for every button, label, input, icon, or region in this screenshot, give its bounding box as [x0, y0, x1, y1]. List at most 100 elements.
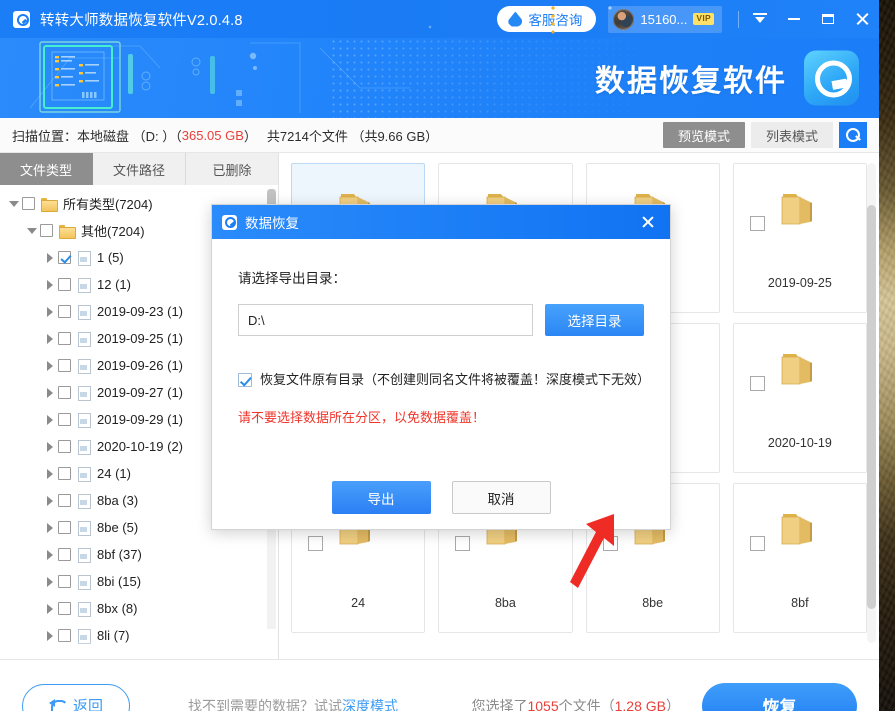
tab-file-path[interactable]: 文件路径: [93, 153, 186, 185]
search-icon[interactable]: [839, 122, 867, 148]
deep-scan-hint-link[interactable]: 深度模式: [342, 698, 398, 711]
export-path-input[interactable]: [238, 304, 533, 336]
document-icon: [77, 574, 91, 589]
chevron-right-icon[interactable]: [42, 550, 58, 560]
folder-icon: [41, 197, 57, 210]
chevron-right-icon[interactable]: [42, 523, 58, 533]
user-account-chip[interactable]: 15160... VIP: [608, 6, 722, 33]
tree-item-label: 8bf (37): [97, 547, 142, 562]
chevron-right-icon[interactable]: [42, 334, 58, 344]
file-card-checkbox[interactable]: [455, 536, 470, 551]
tree-item[interactable]: 8bx (8): [0, 595, 278, 622]
tree-item-checkbox[interactable]: [58, 386, 71, 399]
tree-item-checkbox[interactable]: [58, 602, 71, 615]
deep-scan-hint[interactable]: 找不到需要的数据？试试深度模式: [188, 696, 398, 711]
recovery-logo-icon: [804, 51, 859, 106]
document-icon: [77, 250, 91, 265]
chevron-right-icon[interactable]: [42, 280, 58, 290]
chevron-right-icon[interactable]: [42, 496, 58, 506]
customer-support-button[interactable]: 客服咨询: [497, 6, 596, 32]
file-card-label: 8be: [587, 596, 719, 610]
tree-item-label: 8bi (15): [97, 574, 141, 589]
tree-item-checkbox[interactable]: [58, 575, 71, 588]
tree-item-checkbox[interactable]: [22, 197, 35, 210]
cancel-button[interactable]: 取消: [452, 481, 551, 514]
list-mode-button[interactable]: 列表模式: [751, 122, 833, 148]
file-card-checkbox[interactable]: [750, 216, 765, 231]
tree-item-checkbox[interactable]: [58, 521, 71, 534]
chevron-right-icon[interactable]: [42, 469, 58, 479]
document-icon: [77, 493, 91, 508]
tree-item-checkbox[interactable]: [58, 332, 71, 345]
scan-disk-size: 365.05 GB: [182, 128, 244, 143]
dialog-title: 数据恢复: [245, 212, 299, 232]
file-card-checkbox[interactable]: [750, 376, 765, 391]
choose-directory-button[interactable]: 选择目录: [545, 304, 644, 336]
file-card-checkbox[interactable]: [750, 536, 765, 551]
chevron-right-icon[interactable]: [42, 415, 58, 425]
tab-deleted[interactable]: 已删除: [186, 153, 278, 185]
file-card-label: 8bf: [734, 596, 866, 610]
chevron-right-icon[interactable]: [42, 307, 58, 317]
tab-file-type[interactable]: 文件类型: [0, 153, 93, 185]
tree-item-label: 所有类型(7204): [63, 194, 153, 213]
tree-item-label: 1 (5): [97, 250, 124, 265]
tree-item-checkbox[interactable]: [58, 494, 71, 507]
tree-item-checkbox[interactable]: [58, 413, 71, 426]
close-button[interactable]: [845, 0, 879, 38]
file-card[interactable]: 2020-10-19: [733, 323, 867, 473]
tree-item-checkbox[interactable]: [58, 359, 71, 372]
tree-item-label: 2019-09-25 (1): [97, 331, 183, 346]
export-button[interactable]: 导出: [332, 481, 431, 514]
chevron-right-icon[interactable]: [42, 577, 58, 587]
minimize-button[interactable]: [777, 0, 811, 38]
scan-info-bar: 扫描位置： 本地磁盘 （D: ）（ 365.05 GB ） 共7214个文件 （…: [0, 118, 879, 153]
tree-item[interactable]: 8bf (37): [0, 541, 278, 568]
close-icon[interactable]: [636, 210, 660, 234]
tree-item[interactable]: 8me (1): [0, 649, 278, 659]
titlebar-controls: 客服咨询 15160... VIP: [497, 0, 879, 38]
title-bar: 转转大师数据恢复软件V2.0.4.8 客服咨询 15160... VIP: [0, 0, 879, 38]
document-icon: [77, 601, 91, 616]
tree-item-checkbox[interactable]: [58, 251, 71, 264]
vip-badge: VIP: [693, 13, 714, 25]
chevron-down-icon[interactable]: [24, 228, 40, 234]
maximize-button[interactable]: [811, 0, 845, 38]
tree-item-checkbox[interactable]: [58, 440, 71, 453]
tree-item[interactable]: 8bi (15): [0, 568, 278, 595]
chevron-right-icon[interactable]: [42, 388, 58, 398]
tree-item-label: 2019-09-23 (1): [97, 304, 183, 319]
chevron-right-icon[interactable]: [42, 442, 58, 452]
recover-button[interactable]: 恢复: [702, 683, 857, 711]
dialog-footer: 导出 取消: [212, 465, 670, 529]
file-card-checkbox[interactable]: [603, 536, 618, 551]
chevron-down-icon[interactable]: [6, 201, 22, 207]
collapse-button[interactable]: [743, 0, 777, 38]
document-icon: [77, 520, 91, 535]
preview-mode-button[interactable]: 预览模式: [663, 122, 745, 148]
tree-item-checkbox[interactable]: [58, 548, 71, 561]
preserve-structure-option[interactable]: 恢复文件原有目录（不创建则同名文件将被覆盖！深度模式下无效）: [238, 372, 644, 389]
tree-item-checkbox[interactable]: [40, 224, 53, 237]
chevron-right-icon[interactable]: [42, 631, 58, 641]
file-card[interactable]: 8bf: [733, 483, 867, 633]
tree-item-checkbox[interactable]: [58, 467, 71, 480]
selection-prefix: 您选择了: [471, 698, 527, 711]
preserve-structure-label: 恢复文件原有目录（不创建则同名文件将被覆盖！深度模式下无效）: [260, 372, 644, 389]
chevron-right-icon[interactable]: [42, 253, 58, 263]
scan-disk-text: 本地磁盘 （D: ）（: [77, 126, 182, 145]
file-card-checkbox[interactable]: [308, 536, 323, 551]
chevron-right-icon[interactable]: [42, 361, 58, 371]
dialog-body: 请选择导出目录： 选择目录 恢复文件原有目录（不创建则同名文件将被覆盖！深度模式…: [212, 239, 670, 465]
file-card[interactable]: 2019-09-25: [733, 163, 867, 313]
tree-item-checkbox[interactable]: [58, 629, 71, 642]
path-row: 选择目录: [238, 304, 644, 336]
preserve-structure-checkbox[interactable]: [238, 373, 252, 387]
back-button[interactable]: 返回: [22, 684, 130, 711]
grid-scrollbar-thumb[interactable]: [867, 205, 876, 609]
tree-item-checkbox[interactable]: [58, 305, 71, 318]
tree-item-checkbox[interactable]: [58, 278, 71, 291]
tree-item[interactable]: 8li (7): [0, 622, 278, 649]
document-icon: [77, 358, 91, 373]
chevron-right-icon[interactable]: [42, 604, 58, 614]
